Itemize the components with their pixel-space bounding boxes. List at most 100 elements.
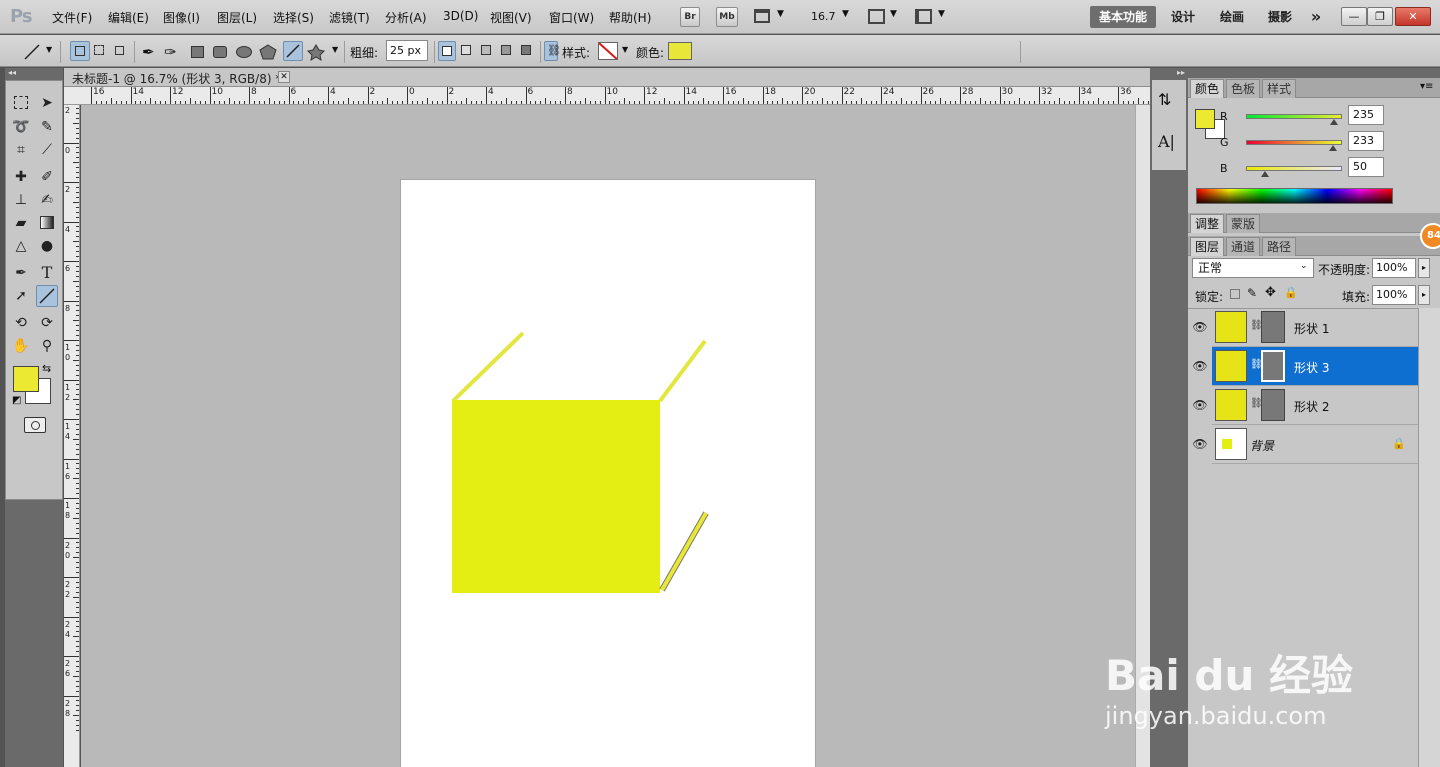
create-new-layer-icon[interactable] xyxy=(438,41,456,61)
line-tool-preset-icon[interactable] xyxy=(22,42,42,62)
tab-styles[interactable]: 样式 xyxy=(1262,79,1297,98)
tab-adjustments[interactable]: 调整 xyxy=(1190,214,1225,233)
menu-layer[interactable]: 图层(L) xyxy=(217,9,257,26)
document-tab-title[interactable]: 未标题-1 @ 16.7% (形状 3, RGB/8) * xyxy=(72,70,281,87)
intersect-shape-icon[interactable] xyxy=(498,41,516,61)
panel-menu-icon[interactable]: ▾≡ xyxy=(1420,81,1433,92)
channel-r-input[interactable]: 235 xyxy=(1348,105,1384,125)
menu-view[interactable]: 视图(V) xyxy=(490,9,532,26)
arrange-documents-icon[interactable] xyxy=(868,9,885,24)
chevron-down-icon[interactable]: ▼ xyxy=(777,9,784,19)
close-window-button[interactable]: ✕ xyxy=(1395,7,1431,26)
path-selection-icon[interactable]: ➚ xyxy=(10,285,32,307)
character-panel-icon[interactable]: A| xyxy=(1158,132,1175,151)
visibility-eye-icon[interactable]: 👁 xyxy=(1192,386,1208,425)
layer-row-selected[interactable]: ⛓ 形状 3 xyxy=(1212,347,1418,386)
opacity-input[interactable]: 100% xyxy=(1372,258,1416,278)
polygon-shape-icon[interactable] xyxy=(259,44,277,61)
eraser-tool-icon[interactable]: ▰ xyxy=(10,212,32,234)
lock-all-icon[interactable]: 🔒 xyxy=(1284,286,1298,299)
blend-mode-dropdown-icon[interactable]: ⌄ xyxy=(1300,261,1308,271)
3d-rotate-icon[interactable]: ⟲ xyxy=(10,312,32,334)
healing-brush-icon[interactable]: ✚ xyxy=(10,166,32,188)
color-panel-foreground[interactable] xyxy=(1195,109,1215,129)
rectangle-shape-icon[interactable] xyxy=(191,46,204,58)
color-spectrum-bar[interactable] xyxy=(1196,188,1393,204)
default-colors-icon[interactable]: ◩ xyxy=(12,395,21,406)
lock-image-icon[interactable]: ✎ xyxy=(1247,286,1257,300)
fill-stepper-icon[interactable]: ▸ xyxy=(1418,285,1430,305)
marquee-tool-icon[interactable] xyxy=(10,92,32,114)
visibility-eye-icon[interactable]: 👁 xyxy=(1192,425,1208,464)
arrange-dropdown-icon[interactable]: ▼ xyxy=(890,9,897,19)
move-tool-icon[interactable]: ➤ xyxy=(36,92,58,114)
line-tool-icon[interactable] xyxy=(36,285,58,307)
bridge-button[interactable]: Br xyxy=(680,7,700,27)
color-swatch[interactable] xyxy=(668,42,692,60)
view-extras-icon[interactable] xyxy=(754,9,770,23)
preset-dropdown-icon[interactable]: ▼ xyxy=(46,45,52,54)
tab-channels[interactable]: 通道 xyxy=(1226,237,1261,256)
layer-row[interactable]: ⛓ 形状 1 xyxy=(1212,308,1418,347)
3d-orbit-icon[interactable]: ⟳ xyxy=(36,312,58,334)
collapse-icon[interactable]: ◂◂ xyxy=(5,68,63,78)
foreground-color-swatch[interactable] xyxy=(13,366,39,392)
workspace-essentials[interactable]: 基本功能 xyxy=(1090,6,1156,28)
tab-swatches[interactable]: 色板 xyxy=(1226,79,1261,98)
opacity-stepper-icon[interactable]: ▸ xyxy=(1418,258,1430,278)
pen-tool-icon[interactable]: ✒ xyxy=(142,43,155,61)
workspace-design[interactable]: 设计 xyxy=(1163,6,1203,28)
notification-badge[interactable]: 84 xyxy=(1420,223,1440,249)
zoom-level[interactable]: 16.7 xyxy=(811,10,836,23)
tab-paths[interactable]: 路径 xyxy=(1262,237,1297,256)
tab-masks[interactable]: 蒙版 xyxy=(1226,214,1261,233)
channel-b-input[interactable]: 50 xyxy=(1348,157,1384,177)
dodge-tool-icon[interactable]: ● xyxy=(36,235,58,257)
channel-g-input[interactable]: 233 xyxy=(1348,131,1384,151)
channel-b-thumb[interactable] xyxy=(1261,171,1270,177)
history-brush-icon[interactable]: ✍ xyxy=(36,189,58,211)
workspace-more-icon[interactable]: » xyxy=(1305,6,1327,28)
fill-pixels-mode-icon[interactable] xyxy=(110,41,130,61)
menu-filter[interactable]: 滤镜(T) xyxy=(329,9,370,26)
layers-scrollbar[interactable] xyxy=(1418,308,1440,767)
line-shape-icon[interactable] xyxy=(283,41,303,61)
shape-layers-mode-icon[interactable] xyxy=(70,41,90,61)
expand-dock-icon[interactable]: ▸▸ xyxy=(1150,68,1188,78)
style-dropdown-icon[interactable]: ▼ xyxy=(622,45,628,54)
layer-name[interactable]: 形状 1 xyxy=(1294,320,1329,337)
crop-tool-icon[interactable]: ⌗ xyxy=(10,139,32,161)
add-to-shape-icon[interactable] xyxy=(458,41,476,61)
screen-mode-dropdown-icon[interactable]: ▼ xyxy=(938,9,945,19)
mini-bridge-button[interactable]: Mb xyxy=(716,7,738,27)
fill-input[interactable]: 100% xyxy=(1372,285,1416,305)
geometry-options-icon[interactable]: ▼ xyxy=(332,45,338,54)
brush-tool-icon[interactable]: ✐ xyxy=(36,166,58,188)
blur-tool-icon[interactable]: △ xyxy=(10,235,32,257)
subtract-shape-icon[interactable] xyxy=(478,41,496,61)
weight-input[interactable]: 25 px xyxy=(386,40,428,61)
canvas-area[interactable] xyxy=(81,105,1135,767)
zoom-dropdown-icon[interactable]: ▼ xyxy=(842,9,849,19)
workspace-photography[interactable]: 摄影 xyxy=(1260,6,1300,28)
freeform-pen-icon[interactable]: ✑ xyxy=(164,43,177,61)
pen-tool-icon[interactable]: ✒ xyxy=(10,262,32,284)
link-style-icon[interactable]: ⛓ xyxy=(544,41,561,61)
clone-stamp-icon[interactable]: ⊥ xyxy=(10,189,32,211)
blend-mode-select[interactable]: 正常 xyxy=(1192,258,1314,278)
paths-mode-icon[interactable] xyxy=(90,41,110,61)
minimize-button[interactable]: — xyxy=(1341,7,1367,26)
lock-position-icon[interactable]: ✥ xyxy=(1265,285,1276,300)
zoom-tool-icon[interactable]: ⚲ xyxy=(36,335,58,357)
tab-layers[interactable]: 图层 xyxy=(1190,237,1225,256)
swap-colors-icon[interactable]: ⇆ xyxy=(42,362,51,375)
hand-tool-icon[interactable]: ✋ xyxy=(10,335,32,357)
eyedropper-icon[interactable]: ⟋ xyxy=(36,139,58,161)
channel-r-slider[interactable] xyxy=(1246,114,1342,119)
menu-help[interactable]: 帮助(H) xyxy=(609,9,651,26)
layer-row[interactable]: ⛓ 形状 2 xyxy=(1212,386,1418,425)
gradient-tool-icon[interactable] xyxy=(36,212,58,234)
layer-name[interactable]: 形状 3 xyxy=(1294,359,1329,376)
channel-g-thumb[interactable] xyxy=(1329,145,1338,151)
channel-r-thumb[interactable] xyxy=(1330,119,1339,125)
